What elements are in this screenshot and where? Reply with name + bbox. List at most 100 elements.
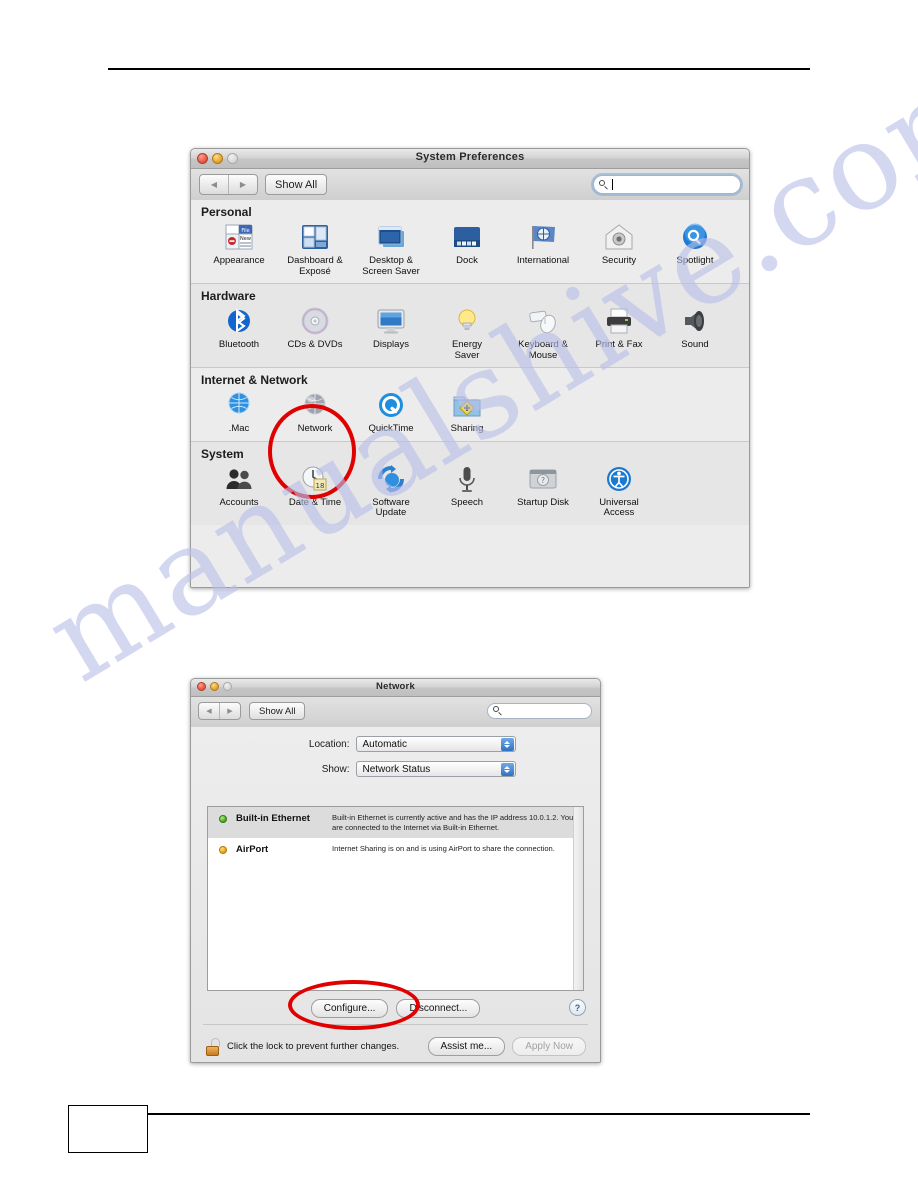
pref-item-quicktime[interactable]: QuickTime (353, 389, 429, 435)
pref-item-security[interactable]: Security (581, 221, 657, 277)
pref-item-dashboard-expose[interactable]: Dashboard & Exposé (277, 221, 353, 277)
status-indicator-icon (219, 846, 227, 855)
system-preferences-window[interactable]: System Preferences ◀ ▶ Show All Personal (190, 148, 750, 588)
security-icon (605, 224, 633, 250)
pref-item-label: Speech (450, 496, 484, 508)
accounts-icon (226, 468, 252, 489)
pref-item-date-time[interactable]: 18 Date & Time (277, 463, 353, 519)
startup-disk-icon: ? (529, 469, 557, 488)
svg-text:File: File (241, 228, 249, 234)
pref-item-bluetooth[interactable]: Bluetooth (201, 305, 277, 361)
group-items-row: File New Appearance Dashboard & Exposé D… (191, 221, 749, 283)
network-footer-bar: Click the lock to prevent further change… (205, 1037, 586, 1056)
forward-button[interactable]: ▶ (219, 703, 240, 719)
network-pane-body: Location: Automatic Show: Network Status… (191, 727, 600, 1062)
sysprefs-window-title: System Preferences (415, 151, 525, 163)
pref-item-international[interactable]: International (505, 221, 581, 277)
show-value: Network Status (362, 763, 431, 775)
pref-item-desktop-screensaver[interactable]: Desktop & Screen Saver (353, 221, 429, 277)
international-icon (532, 226, 555, 249)
pref-item-label: Bluetooth (218, 339, 260, 350)
pref-item-accounts[interactable]: Accounts (201, 463, 277, 519)
stepper-arrows-icon[interactable] (500, 738, 514, 751)
pref-item-network[interactable]: Network (277, 389, 353, 435)
pref-item-sound[interactable]: Sound (657, 305, 733, 361)
text-caret (612, 179, 613, 190)
pref-item-print-fax[interactable]: Print & Fax (581, 305, 657, 361)
group-items-row: Accounts 18 Date & Time Software Update … (191, 463, 749, 525)
pref-item-label: Displays (373, 339, 409, 350)
pref-item-speech[interactable]: Speech (429, 463, 505, 519)
keyboard-mouse-icon (529, 310, 556, 334)
pref-item-label: Date & Time (288, 496, 342, 508)
location-label: Location: (308, 738, 350, 750)
service-description: Internet Sharing is on and is using AirP… (332, 844, 555, 854)
group-heading: Personal (201, 205, 252, 219)
network-toolbar: ◀ ▶ Show All (191, 697, 600, 728)
pref-item-startup-disk[interactable]: ? Startup Disk (505, 463, 581, 519)
pref-item-label: Energy Saver (451, 339, 483, 361)
quicktime-icon (379, 393, 403, 417)
pref-item-energy-saver[interactable]: Energy Saver (429, 305, 505, 361)
group-heading: Internet & Network (201, 373, 308, 387)
configure-button[interactable]: Configure... (310, 999, 389, 1018)
show-all-button[interactable]: Show All (265, 174, 328, 195)
assist-me-button[interactable]: Assist me... (427, 1037, 506, 1056)
pref-item-label: Spotlight (676, 255, 714, 266)
pref-item-cds-dvds[interactable]: CDs & DVDs (277, 305, 353, 361)
svg-text:?: ? (541, 476, 545, 485)
pref-item-keyboard-mouse[interactable]: Keyboard & Mouse (505, 305, 581, 361)
software-update-icon (378, 464, 404, 493)
network-services-list[interactable]: Built-in Ethernet Built-in Ethernet is c… (207, 806, 584, 991)
pref-item-software-update[interactable]: Software Update (353, 463, 429, 519)
pref-item-sharing[interactable]: Sharing (429, 389, 505, 435)
location-select[interactable]: Automatic (355, 736, 516, 752)
universal-access-icon (607, 466, 631, 491)
pref-item-label: Sharing (450, 423, 484, 434)
list-action-buttons: Configure... Disconnect... (191, 999, 600, 1018)
dashboard-expose-icon (302, 225, 328, 249)
network-preferences-window[interactable]: Network ◀ ▶ Show All Location: Automatic… (190, 678, 601, 1063)
back-button[interactable]: ◀ (199, 703, 219, 719)
appearance-icon: File New (225, 224, 253, 250)
sysprefs-panes-area: Personal File New Appearance Dashboard &… (191, 200, 749, 587)
search-input[interactable] (487, 703, 592, 719)
forward-button[interactable]: ▶ (228, 175, 257, 194)
stepper-arrows-icon[interactable] (500, 763, 514, 776)
pref-item-spotlight[interactable]: Spotlight (657, 221, 733, 277)
pref-item-label: CDs & DVDs (287, 339, 343, 350)
show-select[interactable]: Network Status (355, 761, 516, 777)
pref-item-dot-mac[interactable]: .Mac (201, 389, 277, 435)
nav-segmented-control[interactable]: ◀ ▶ (198, 702, 241, 720)
back-button[interactable]: ◀ (200, 175, 228, 194)
pref-item-displays[interactable]: Displays (353, 305, 429, 361)
group-items-row: Bluetooth CDs & DVDs Displays Energy Sav… (191, 305, 749, 367)
search-icon (599, 179, 609, 190)
dot-mac-icon (228, 392, 250, 414)
sound-icon (685, 311, 704, 331)
pref-item-appearance[interactable]: File New Appearance (201, 221, 277, 277)
nav-segmented-control[interactable]: ◀ ▶ (199, 174, 258, 195)
status-indicator-icon (219, 815, 227, 823)
network-titlebar[interactable]: Network (191, 679, 600, 697)
pref-item-dock[interactable]: Dock (429, 221, 505, 277)
sysprefs-group-internet-network: Internet & Network .Mac Network QuickTim… (191, 368, 749, 442)
pref-item-label: Security (601, 255, 637, 266)
disconnect-button[interactable]: Disconnect... (396, 999, 481, 1018)
print-fax-icon (607, 308, 631, 334)
pref-item-universal-access[interactable]: Universal Access (581, 463, 657, 519)
network-window-title: Network (376, 681, 415, 692)
pref-item-label: Software Update (372, 496, 410, 518)
bluetooth-icon (228, 308, 250, 333)
lock-icon[interactable] (205, 1037, 220, 1056)
table-row[interactable]: Built-in Ethernet Built-in Ethernet is c… (208, 807, 583, 839)
page-footer-rule (148, 1113, 810, 1115)
sysprefs-titlebar[interactable]: System Preferences (191, 149, 749, 169)
help-button[interactable]: ? (569, 999, 586, 1016)
dock-icon (454, 227, 480, 247)
list-scrollbar[interactable] (573, 807, 583, 990)
apply-now-button[interactable]: Apply Now (512, 1037, 586, 1056)
search-input[interactable] (593, 175, 741, 194)
show-all-button[interactable]: Show All (249, 702, 306, 720)
table-row[interactable]: AirPort Internet Sharing is on and is us… (208, 838, 583, 861)
